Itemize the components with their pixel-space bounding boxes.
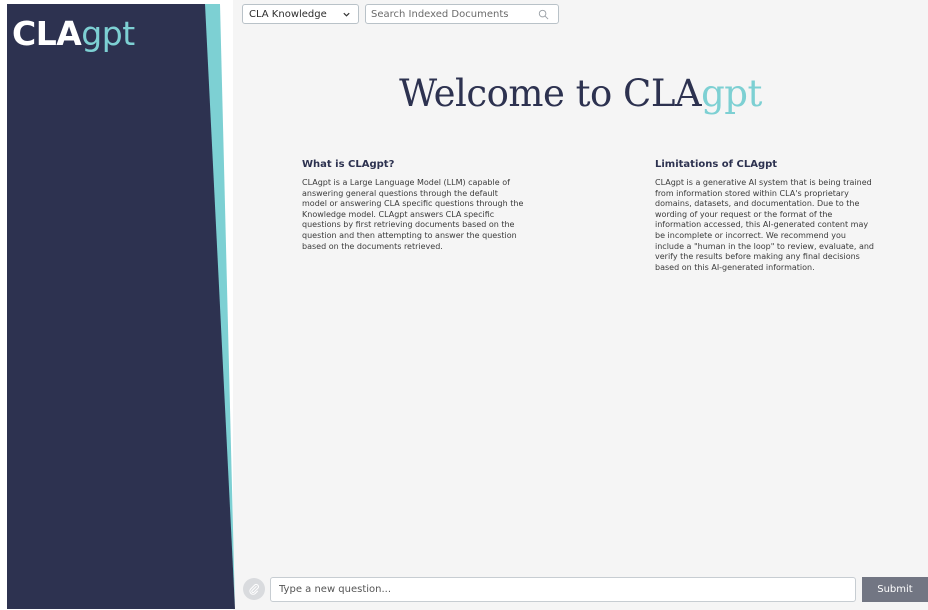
knowledge-select[interactable]: CLA Knowledge <box>242 4 359 24</box>
limitations-title: Limitations of CLAgpt <box>655 159 778 170</box>
about-body: CLAgpt is a Large Language Model (LLM) c… <box>302 178 524 251</box>
question-box <box>270 577 856 602</box>
submit-button[interactable]: Submit <box>862 577 928 602</box>
sidebar-navy-panel <box>7 4 235 609</box>
welcome-suffix: gpt <box>701 72 762 115</box>
search-icon[interactable] <box>538 9 549 20</box>
attach-button[interactable] <box>243 578 265 600</box>
knowledge-select-value: CLA Knowledge <box>249 8 327 20</box>
attach-icon <box>249 584 259 595</box>
logo-cla: CLA <box>12 14 82 53</box>
search-input[interactable] <box>371 8 531 20</box>
chevron-down-icon <box>343 12 350 17</box>
about-section: What is CLAgpt? CLAgpt is a Large Langua… <box>302 159 524 252</box>
search-box <box>365 4 559 24</box>
logo-gpt: gpt <box>81 14 135 53</box>
question-input[interactable] <box>279 584 839 595</box>
sidebar-background <box>7 4 235 609</box>
composer-bar: Submit <box>242 577 928 602</box>
about-title: What is CLAgpt? <box>302 159 395 170</box>
welcome-heading: Welcome to CLAgpt <box>233 72 928 115</box>
logo[interactable]: CLAgpt <box>12 15 135 53</box>
sidebar: CLAgpt <box>7 4 235 609</box>
welcome-prefix: Welcome to CLA <box>399 72 702 115</box>
limitations-section: Limitations of CLAgpt CLAgpt is a genera… <box>655 159 875 273</box>
limitations-body: CLAgpt is a generative AI system that is… <box>655 178 874 272</box>
